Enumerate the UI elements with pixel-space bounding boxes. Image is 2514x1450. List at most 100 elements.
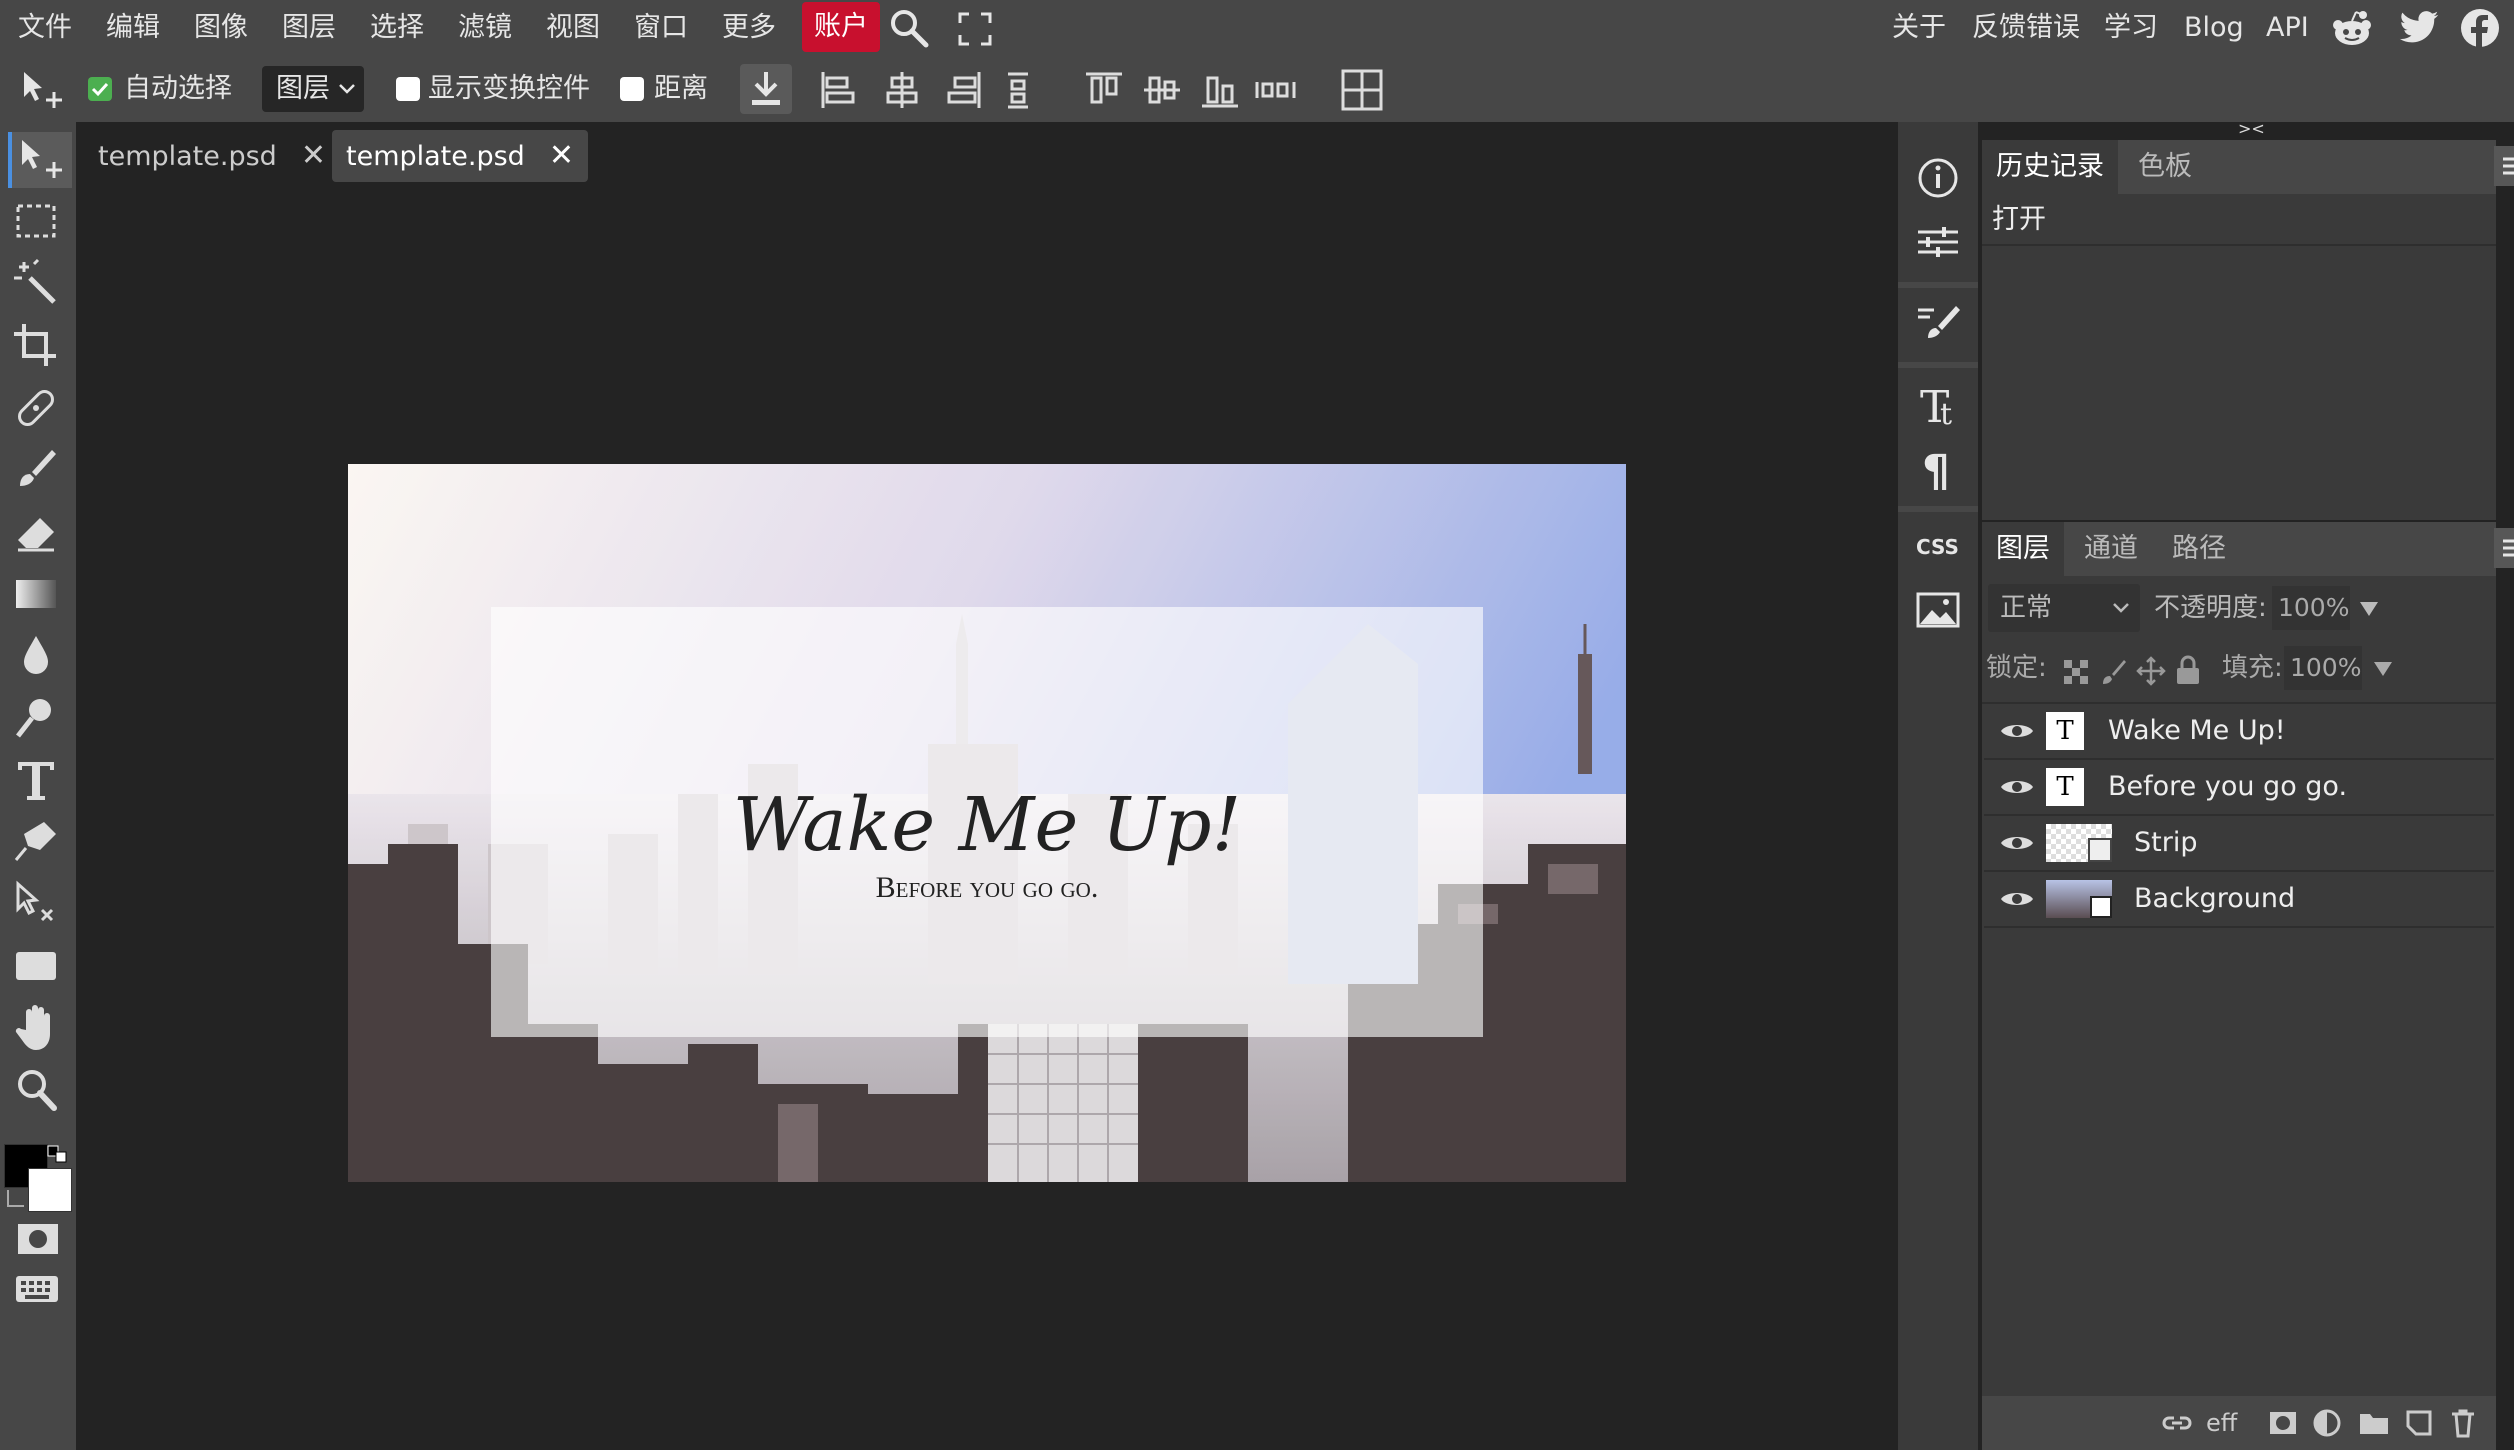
layer-row[interactable]: Background (1984, 872, 2494, 928)
account-button[interactable]: 账户 (802, 2, 880, 52)
menu-about[interactable]: 关于 (1892, 0, 1946, 56)
zoom-tool[interactable] (8, 1062, 68, 1118)
document-canvas[interactable]: Wake Me Up! Before you go go. (348, 464, 1626, 1182)
menu-edit[interactable]: 编辑 (106, 0, 160, 56)
search-icon[interactable] (888, 8, 932, 48)
adjustment-layer-icon[interactable] (2312, 1408, 2342, 1438)
history-panel-menu-button[interactable] (2494, 146, 2514, 186)
lock-transparency-icon[interactable] (2062, 658, 2090, 686)
visibility-eye-icon[interactable] (2000, 888, 2034, 910)
hand-tool[interactable] (8, 1000, 68, 1056)
link-layers-icon[interactable] (2162, 1410, 2192, 1436)
keyboard-icon[interactable] (14, 1274, 60, 1304)
type-tool[interactable] (8, 752, 68, 808)
paragraph-panel-button[interactable]: ¶ (1898, 434, 1978, 498)
opacity-dropdown-icon[interactable] (2358, 600, 2380, 618)
layers-panel-menu-button[interactable] (2494, 528, 2514, 568)
menu-blog[interactable]: Blog (2184, 0, 2244, 56)
character-panel-button[interactable]: Tt (1898, 372, 1978, 436)
add-mask-icon[interactable] (2268, 1410, 2298, 1436)
visibility-eye-icon[interactable] (2000, 720, 2034, 742)
document-tab[interactable]: template.psd ✕ (84, 130, 340, 182)
download-button[interactable] (740, 64, 792, 114)
align-right-icon[interactable] (944, 70, 984, 110)
eraser-tool[interactable] (8, 504, 68, 560)
menu-view[interactable]: 视图 (546, 0, 600, 56)
collapse-panels-icon[interactable]: >< (2238, 120, 2265, 138)
menu-window[interactable]: 窗口 (634, 0, 688, 56)
lock-pixels-icon[interactable] (2100, 658, 2128, 686)
move-tool[interactable] (8, 132, 72, 188)
twitter-icon[interactable] (2398, 10, 2440, 46)
align-bottom-icon[interactable] (1200, 70, 1240, 110)
crop-tool[interactable] (8, 318, 68, 374)
align-top-icon[interactable] (1084, 70, 1124, 110)
layer-row[interactable]: T Before you go go. (1984, 760, 2494, 816)
magic-wand-tool[interactable] (8, 256, 68, 312)
align-middle-icon[interactable] (1142, 70, 1182, 110)
menu-layer[interactable]: 图层 (282, 0, 336, 56)
fill-input[interactable]: 100% (2284, 646, 2362, 690)
lock-all-icon[interactable] (2174, 654, 2202, 686)
background-color-swatch[interactable] (28, 1168, 72, 1212)
opacity-input[interactable]: 100% (2272, 586, 2350, 630)
menu-select[interactable]: 选择 (370, 0, 424, 56)
lock-position-icon[interactable] (2136, 656, 2166, 686)
menu-api[interactable]: API (2266, 0, 2309, 56)
distribute-vertical-icon[interactable] (1000, 70, 1036, 110)
menu-image[interactable]: 图像 (194, 0, 248, 56)
facebook-icon[interactable] (2460, 8, 2500, 48)
distribute-horizontal-icon[interactable] (1254, 70, 1298, 110)
dodge-tool[interactable] (8, 690, 68, 746)
blend-mode-select[interactable]: 正常 (1988, 584, 2140, 632)
tab-paths[interactable]: 路径 (2158, 522, 2240, 576)
path-select-tool[interactable] (8, 876, 68, 932)
menu-file[interactable]: 文件 (18, 0, 72, 56)
new-layer-icon[interactable] (2404, 1408, 2434, 1438)
fill-dropdown-icon[interactable] (2372, 660, 2394, 678)
layer-row[interactable]: T Wake Me Up! (1984, 704, 2494, 760)
blur-tool[interactable] (8, 628, 68, 684)
menu-more[interactable]: 更多 (722, 0, 776, 56)
quick-mask-icon[interactable] (16, 1222, 60, 1256)
swap-colors-icon[interactable] (46, 1144, 72, 1164)
gradient-tool[interactable] (8, 566, 68, 622)
align-center-h-icon[interactable] (882, 70, 922, 110)
auto-select-checkbox[interactable] (88, 77, 112, 101)
pen-tool[interactable] (8, 814, 68, 870)
close-icon[interactable]: ✕ (301, 138, 326, 173)
distance-checkbox[interactable] (620, 77, 644, 101)
layer-row[interactable]: Strip (1984, 816, 2494, 872)
align-left-icon[interactable] (818, 70, 858, 110)
menu-learn[interactable]: 学习 (2104, 0, 2158, 56)
reset-colors-icon[interactable] (4, 1188, 26, 1210)
document-tab-active[interactable]: template.psd ✕ (332, 130, 588, 182)
healing-tool[interactable] (8, 380, 68, 436)
auto-select-target-dropdown[interactable]: 图层 (262, 66, 364, 112)
fullscreen-icon[interactable] (958, 12, 992, 46)
new-group-icon[interactable] (2358, 1410, 2390, 1436)
adjustments-panel-button[interactable] (1898, 210, 1978, 274)
tab-layers[interactable]: 图层 (1982, 522, 2064, 576)
close-icon[interactable]: ✕ (549, 138, 574, 173)
tab-channels[interactable]: 通道 (2070, 522, 2152, 576)
brush-tool[interactable] (8, 442, 68, 498)
layer-effects-button[interactable]: eff (2206, 1396, 2237, 1450)
visibility-eye-icon[interactable] (2000, 776, 2034, 798)
show-transform-checkbox[interactable] (396, 77, 420, 101)
brush-settings-button[interactable] (1898, 290, 1978, 354)
history-entry[interactable]: 打开 (1982, 194, 2496, 246)
tab-swatches[interactable]: 色板 (2124, 140, 2206, 194)
image-panel-button[interactable] (1898, 578, 1978, 642)
tab-history[interactable]: 历史记录 (1982, 140, 2118, 194)
shape-tool[interactable] (8, 938, 68, 994)
menu-filter[interactable]: 滤镜 (458, 0, 512, 56)
marquee-tool[interactable] (8, 194, 68, 250)
menu-report-bug[interactable]: 反馈错误 (1972, 0, 2080, 56)
css-panel-button[interactable]: CSS (1898, 514, 1978, 578)
reddit-icon[interactable] (2330, 8, 2374, 48)
visibility-eye-icon[interactable] (2000, 832, 2034, 854)
delete-layer-icon[interactable] (2448, 1408, 2478, 1438)
grid-icon[interactable] (1340, 68, 1384, 112)
info-panel-button[interactable] (1898, 146, 1978, 210)
